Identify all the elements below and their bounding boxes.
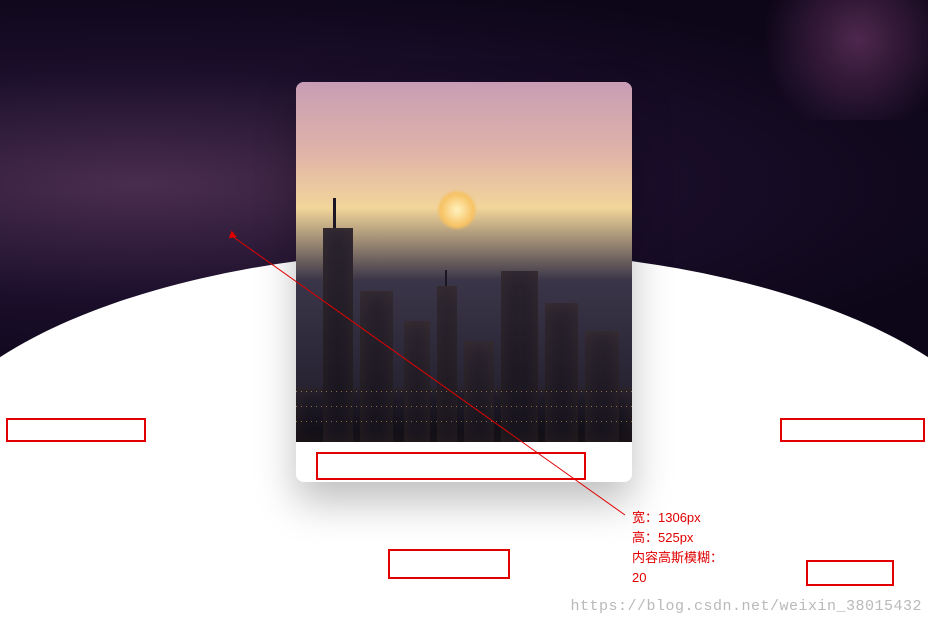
annotation-width-value: 1306px bbox=[658, 510, 701, 525]
card-image bbox=[296, 82, 632, 442]
annotation-blur-label: 内容高斯模糊： bbox=[632, 550, 723, 565]
annotation-height-label: 高： bbox=[632, 530, 658, 545]
annotation-box bbox=[316, 452, 586, 480]
annotation-box bbox=[6, 418, 146, 442]
annotation-width-label: 宽： bbox=[632, 510, 658, 525]
carousel-card-center[interactable] bbox=[296, 82, 632, 482]
annotation-box bbox=[388, 549, 510, 579]
annotation-blur-value: 20 bbox=[632, 570, 646, 585]
watermark-text: https://blog.csdn.net/weixin_38015432 bbox=[570, 598, 922, 615]
annotation-box bbox=[780, 418, 925, 442]
annotation-box bbox=[806, 560, 894, 586]
annotation-height-value: 525px bbox=[658, 530, 693, 545]
annotation-text: 宽：1306px 高：525px 内容高斯模糊： 20 bbox=[632, 508, 723, 589]
